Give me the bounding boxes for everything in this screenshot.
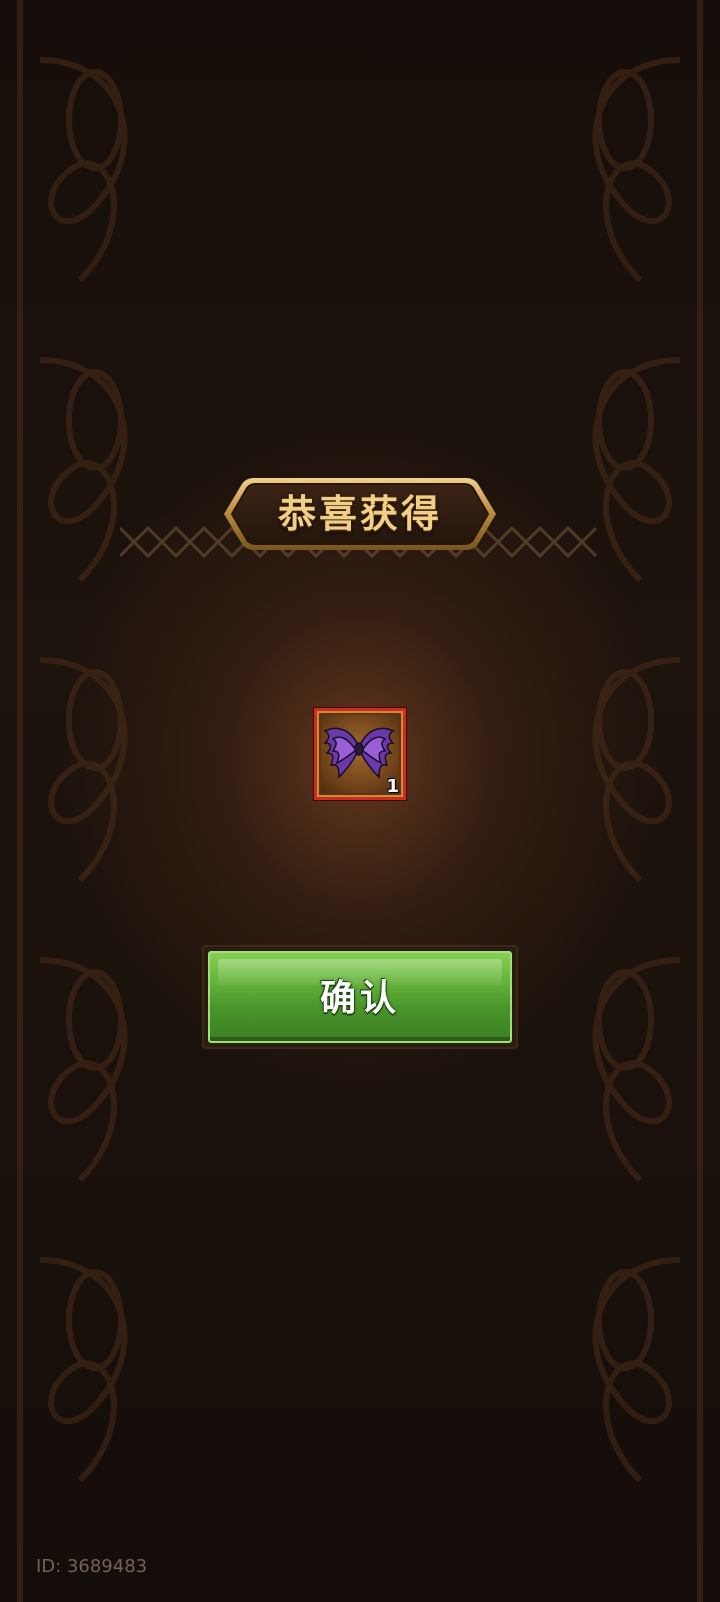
dialog-title: 恭喜获得 [277, 492, 442, 536]
player-id-label: ID: 3689483 [36, 1556, 148, 1577]
confirm-button-face: 确认 [208, 951, 512, 1043]
right-ornament-decoration [592, 0, 703, 1602]
title-banner: 恭喜获得 [220, 474, 500, 554]
confirm-button-label: 确认 [319, 978, 400, 1019]
left-ornament-decoration [17, 0, 128, 1602]
confirm-button[interactable]: 确认 [202, 945, 518, 1049]
item-count: 1 [386, 776, 399, 797]
reward-item-slot[interactable]: 1 [314, 708, 406, 800]
reward-popup-screen: 恭喜获得 1 确认 ID: 3689483 [0, 0, 720, 1602]
